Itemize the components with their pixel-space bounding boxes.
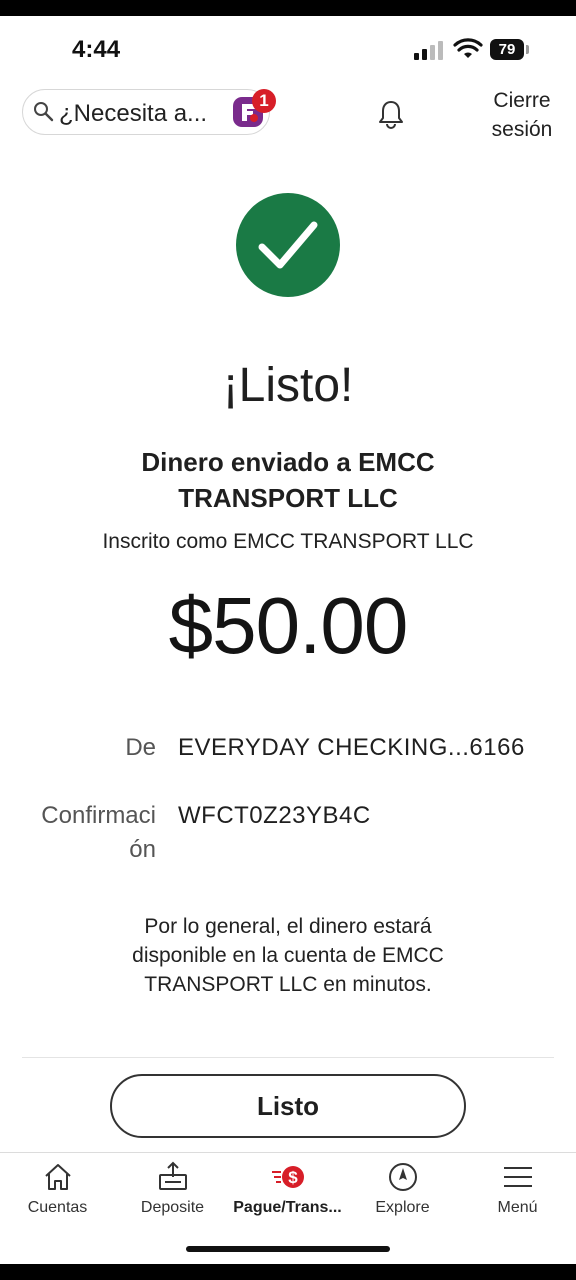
tab-explore-label: Explore [375, 1199, 430, 1216]
confirmation-number: WFCT0Z23YB4C [178, 802, 371, 829]
confirmation-label-line1: Confirmaci [41, 802, 156, 829]
tab-deposit[interactable]: Deposite [115, 1153, 230, 1233]
success-headline: Dinero enviado a EMCC TRANSPORT LLC [60, 444, 516, 516]
tab-menu[interactable]: Menú [460, 1153, 575, 1233]
bell-icon[interactable] [376, 99, 406, 129]
status-time: 4:44 [72, 36, 121, 63]
availability-note: Por lo general, el dinero estará disponi… [90, 912, 486, 999]
tab-pay-transfer[interactable]: $ Pague/Trans... [230, 1153, 345, 1233]
home-indicator[interactable] [186, 1246, 390, 1252]
wifi-icon [453, 38, 483, 58]
from-account-value: EVERYDAY CHECKING...6166 [178, 734, 525, 761]
headline-line2: TRANSPORT LLC [178, 483, 398, 513]
done-button[interactable]: Listo [110, 1074, 466, 1138]
logout-label-line1: Cierre [493, 89, 551, 112]
cell-signal-icon [414, 40, 444, 60]
bottom-edge [0, 1264, 576, 1280]
svg-text:$: $ [288, 1168, 298, 1187]
from-label: De [125, 734, 156, 761]
top-edge [0, 0, 576, 16]
confirmation-label-line2: ón [129, 836, 156, 863]
logout-label-line2: sesión [491, 118, 553, 141]
tab-menu-label: Menú [497, 1199, 538, 1216]
success-check-icon [236, 193, 340, 297]
deposit-icon [159, 1161, 187, 1190]
divider [22, 1057, 554, 1058]
tab-accounts[interactable]: Cuentas [0, 1153, 115, 1233]
search-placeholder: ¿Necesita a... [59, 100, 208, 127]
transfer-amount: $50.00 [168, 581, 409, 670]
page-title: ¡Listo! [222, 359, 354, 412]
search-icon [34, 102, 54, 122]
enrolled-as-text: Inscrito como EMCC TRANSPORT LLC [102, 530, 474, 553]
battery-cap [526, 45, 529, 54]
logout-link[interactable]: Cierre sesión [482, 86, 562, 144]
tab-accounts-label: Cuentas [27, 1199, 88, 1216]
tab-pay-transfer-label: Pague/Trans... [233, 1199, 342, 1216]
confirmation-label: Confirmaci ón [0, 799, 156, 867]
battery-icon: 79 [490, 39, 524, 60]
menu-icon [504, 1167, 532, 1187]
note-line2: disponible en la cuenta de EMCC [132, 944, 444, 967]
tab-explore[interactable]: Explore [345, 1153, 460, 1233]
note-line1: Por lo general, el dinero estará [144, 915, 432, 938]
tab-deposit-label: Deposite [140, 1199, 205, 1216]
notification-badge: 1 [252, 89, 276, 113]
pay-transfer-icon: $ [272, 1166, 304, 1188]
home-icon [45, 1164, 71, 1190]
headline-line1: Dinero enviado a EMCC [141, 447, 435, 477]
note-line3: TRANSPORT LLC en minutos. [144, 973, 432, 996]
compass-icon [389, 1163, 417, 1191]
